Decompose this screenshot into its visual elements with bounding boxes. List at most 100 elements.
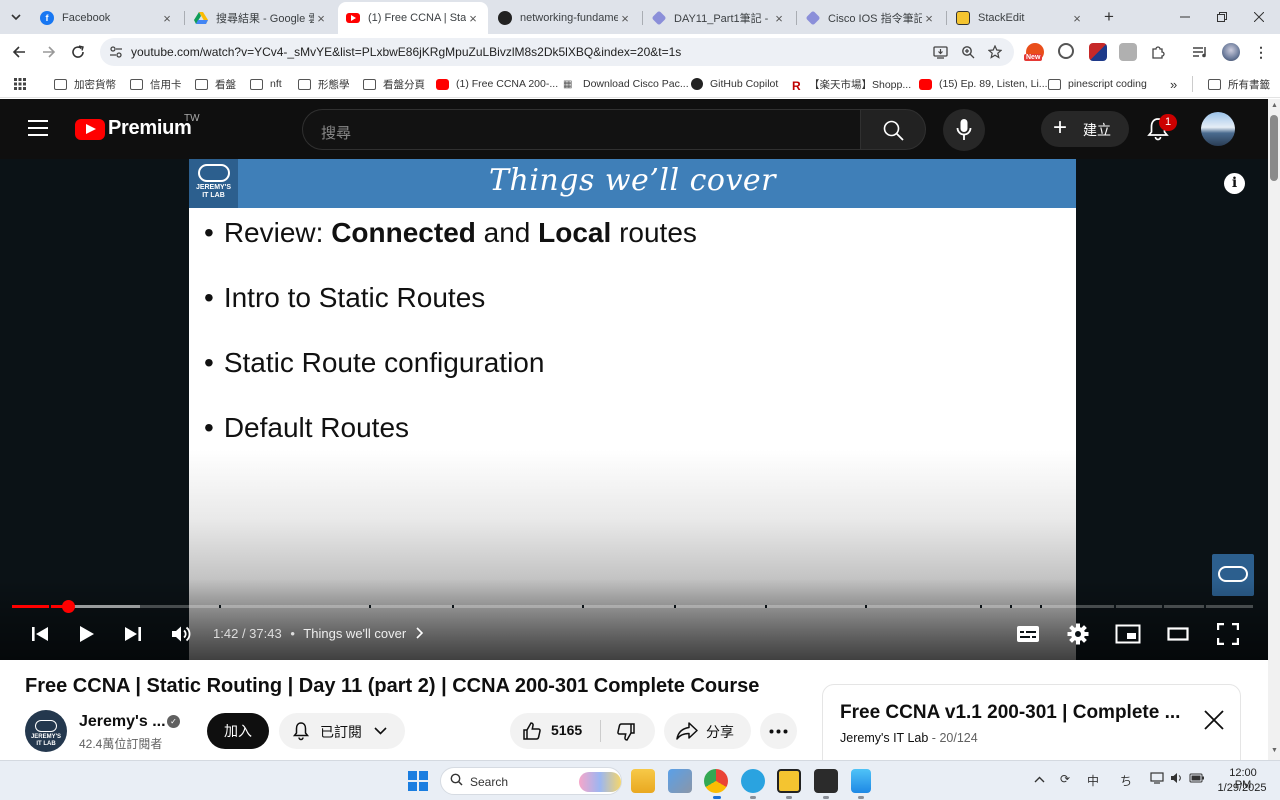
close-tab-icon[interactable]: × <box>618 11 632 26</box>
extension-flag-icon[interactable] <box>1089 43 1107 61</box>
close-tab-icon[interactable]: × <box>314 11 328 26</box>
create-button[interactable]: + 建立 <box>1041 111 1129 147</box>
back-button[interactable] <box>8 41 30 63</box>
info-card-button[interactable]: i <box>1224 173 1245 194</box>
page-scrollbar[interactable]: ▲ ▼ <box>1268 99 1280 760</box>
next-button[interactable] <box>121 621 145 647</box>
browser-tab-hackmd-cisco[interactable]: Cisco IOS 指令筆記 × <box>798 4 944 32</box>
bookmark-item[interactable]: 形態學 <box>298 75 350 93</box>
forward-button[interactable] <box>38 41 60 63</box>
taskbar-app-icon[interactable] <box>668 769 692 793</box>
chrome-icon[interactable] <box>704 769 728 793</box>
extension-circle-icon[interactable] <box>1058 43 1074 59</box>
reload-button[interactable] <box>67 41 89 63</box>
channel-name[interactable]: Jeremy's ... <box>79 713 166 731</box>
browser-tab-stackedit[interactable]: StackEdit × <box>948 4 1092 32</box>
bookmark-item[interactable]: 加密貨幣 <box>54 75 116 93</box>
bookmark-item[interactable]: 信用卡 <box>130 75 182 93</box>
bookmark-item[interactable]: (1) Free CCNA 200-... <box>436 75 558 93</box>
bookmark-item[interactable]: ▦ Download Cisco Pac... <box>563 75 689 93</box>
subtitles-button[interactable] <box>1014 621 1042 647</box>
scrollbar-thumb[interactable] <box>1270 115 1278 181</box>
share-button[interactable]: 分享 <box>664 713 751 749</box>
like-button[interactable]: 5165 <box>510 713 600 749</box>
theater-mode-button[interactable] <box>1164 621 1192 647</box>
new-tab-button[interactable]: + <box>1094 6 1124 28</box>
account-avatar[interactable] <box>1201 112 1235 146</box>
mute-button[interactable] <box>169 621 195 647</box>
browser-tab-hackmd-day11[interactable]: DAY11_Part1筆記 - H × <box>644 4 794 32</box>
close-tab-icon[interactable]: × <box>160 11 174 26</box>
more-actions-button[interactable] <box>760 713 797 749</box>
playlist-title[interactable]: Free CCNA v1.1 200-301 | Complete ... <box>840 702 1190 724</box>
close-tab-icon[interactable]: × <box>922 11 936 26</box>
restore-window-button[interactable] <box>1207 6 1237 28</box>
address-bar[interactable]: youtube.com/watch?v=YCv4-_sMvYE&list=PLx… <box>100 38 1014 66</box>
settings-button[interactable] <box>1064 621 1092 647</box>
windows-start-icon[interactable] <box>408 771 428 791</box>
fullscreen-button[interactable] <box>1214 621 1242 647</box>
bookmark-item[interactable]: pinescript coding <box>1048 75 1147 93</box>
scroll-up-icon[interactable]: ▲ <box>1271 102 1278 109</box>
bookmark-item[interactable]: 看盤 <box>195 75 236 93</box>
minimize-window-button[interactable] <box>1170 6 1200 28</box>
file-explorer-icon[interactable] <box>631 769 655 793</box>
video-player[interactable]: JEREMY'S IT LAB Things we’ll cover • Revi… <box>0 159 1268 660</box>
ime-mode-icon[interactable]: ち <box>1120 772 1132 789</box>
previous-button[interactable] <box>28 621 52 647</box>
browser-tab-github[interactable]: networking-fundame × <box>490 4 640 32</box>
scrubber-handle[interactable] <box>61 600 75 613</box>
search-input[interactable]: 搜尋 <box>302 109 861 150</box>
close-tab-icon[interactable]: × <box>1070 11 1084 26</box>
scroll-down-icon[interactable]: ▼ <box>1271 747 1278 754</box>
taskbar-search[interactable]: Search <box>440 767 622 795</box>
extension-grey-icon[interactable] <box>1119 43 1137 61</box>
youtube-brand[interactable]: Premium <box>108 117 192 140</box>
progress-bar[interactable] <box>12 600 1253 613</box>
volume-icon[interactable] <box>1170 772 1184 787</box>
ime-indicator[interactable]: 中 <box>1087 772 1099 789</box>
bookmark-item[interactable]: 看盤分頁 <box>363 75 425 93</box>
browser-tab-youtube[interactable]: (1) Free CCNA | Static × <box>338 2 488 34</box>
close-icon[interactable] <box>1201 707 1227 733</box>
subscribed-button[interactable]: 已訂閱 <box>279 713 405 749</box>
play-button[interactable] <box>74 621 100 647</box>
bookmarks-overflow-button[interactable]: » <box>1170 75 1177 93</box>
telegram-icon[interactable] <box>741 769 765 793</box>
terminal-icon[interactable] <box>814 769 838 793</box>
sync-icon[interactable]: ⟳ <box>1060 772 1070 786</box>
bookmark-item[interactable]: R 【楽天市場】Shopp... <box>792 75 911 93</box>
stackedit-app-icon[interactable] <box>777 769 801 793</box>
network-icon[interactable] <box>1150 772 1164 787</box>
miniplayer-button[interactable] <box>1114 621 1142 647</box>
chevron-right-icon[interactable] <box>416 627 423 639</box>
guide-menu-button[interactable] <box>28 120 48 136</box>
dislike-button[interactable] <box>601 713 655 749</box>
join-button[interactable]: 加入 <box>207 713 269 749</box>
notepad-icon[interactable] <box>851 769 871 793</box>
playlist-owner[interactable]: Jeremy's IT Lab <box>840 731 928 745</box>
search-button[interactable] <box>860 109 926 150</box>
close-window-button[interactable] <box>1244 6 1274 28</box>
browser-tab-facebook[interactable]: f Facebook × <box>32 4 182 32</box>
voice-search-button[interactable] <box>943 109 985 151</box>
extensions-puzzle-icon[interactable] <box>1149 43 1167 61</box>
all-bookmarks-button[interactable]: 所有書籤 <box>1208 75 1270 93</box>
clock-date[interactable]: 1/29/2025 <box>1216 782 1268 794</box>
apps-button[interactable] <box>14 75 26 93</box>
media-queue-icon[interactable] <box>1191 43 1209 61</box>
install-app-icon[interactable] <box>932 44 948 60</box>
bookmark-star-icon[interactable] <box>987 44 1003 60</box>
browser-tab-google-drive[interactable]: 搜尋結果 - Google 雲 × <box>186 4 336 32</box>
bookmark-item[interactable]: GitHub Copilot <box>691 75 778 93</box>
youtube-logo-icon[interactable] <box>75 119 105 140</box>
bookmark-item[interactable]: (15) Ep. 89, Listen, Li... <box>919 75 1048 93</box>
bookmark-item[interactable]: nft <box>250 75 282 93</box>
chapter-title[interactable]: Things we'll cover <box>303 626 406 641</box>
close-tab-icon[interactable]: × <box>466 11 480 26</box>
profile-avatar[interactable] <box>1222 43 1240 61</box>
zoom-icon[interactable] <box>960 44 976 60</box>
tab-search-button[interactable] <box>6 7 26 27</box>
channel-avatar[interactable]: JEREMY'S IT LAB <box>25 710 67 752</box>
close-tab-icon[interactable]: × <box>772 11 786 26</box>
